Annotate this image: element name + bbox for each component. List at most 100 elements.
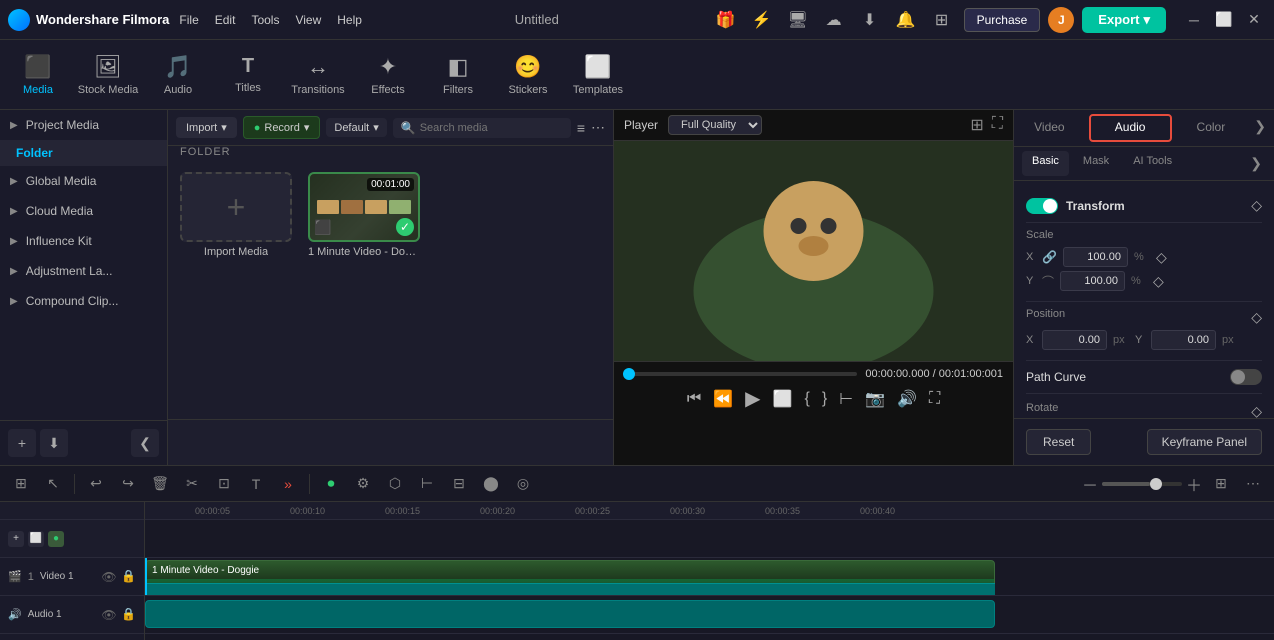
settings-button[interactable]: ⚙ — [350, 471, 376, 497]
speed-button[interactable]: ⬤ — [478, 471, 504, 497]
reset-button[interactable]: Reset — [1026, 429, 1091, 455]
transform-toggle[interactable] — [1026, 198, 1058, 214]
add-track-button[interactable]: + — [8, 531, 24, 547]
split-button[interactable]: ⊢ — [839, 389, 853, 409]
tool-stickers[interactable]: 😊 Stickers — [494, 43, 562, 107]
close-button[interactable]: ✕ — [1242, 8, 1266, 32]
menu-view[interactable]: View — [295, 13, 321, 27]
menu-tools[interactable]: Tools — [251, 13, 279, 27]
rotate-keyframe-icon[interactable]: ◇ — [1251, 403, 1262, 419]
add-folder-button[interactable]: + — [8, 429, 36, 457]
menu-help[interactable]: Help — [337, 13, 362, 27]
progress-bar[interactable] — [624, 372, 857, 376]
link-icon[interactable]: 🔗 — [1042, 250, 1057, 264]
mark-in-button[interactable]: { — [804, 390, 809, 408]
zoom-slider[interactable] — [1102, 482, 1182, 486]
import-media-item[interactable]: + Import Media — [180, 172, 292, 409]
zoom-in-button[interactable]: ＋ — [1186, 472, 1202, 496]
cloud-icon[interactable]: ☁ — [820, 6, 848, 34]
sidebar-item-adjustment[interactable]: ▶ Adjustment La... — [0, 256, 167, 286]
stop-button[interactable]: ⬜ — [773, 389, 793, 409]
timeline-magnet-icon[interactable]: ↖ — [40, 471, 66, 497]
marker-button[interactable]: ⬡ — [382, 471, 408, 497]
lock-icon[interactable]: 🔒 — [121, 607, 136, 623]
download-icon[interactable]: ⬇ — [856, 6, 884, 34]
expand-subtabs-icon[interactable]: ❯ — [1246, 151, 1266, 176]
video-media-item[interactable]: 00:01:00 ⬛ ✓ 1 Minute Video - Dog... — [308, 172, 420, 409]
eye-icon[interactable]: 👁 — [101, 569, 117, 585]
sidebar-item-project-media[interactable]: ▶ Project Media — [0, 110, 167, 140]
tool-titles[interactable]: T Titles — [214, 43, 282, 107]
menu-file[interactable]: File — [179, 13, 198, 27]
audio-toggle-button[interactable]: 🔊 — [897, 389, 917, 409]
subtab-basic[interactable]: Basic — [1022, 151, 1069, 176]
scale-y-input[interactable] — [1060, 271, 1125, 291]
scale-x-keyframe-icon[interactable]: ◇ — [1156, 249, 1167, 266]
split-audio-button[interactable]: ⊢ — [414, 471, 440, 497]
tool-audio[interactable]: 🎵 Audio — [144, 43, 212, 107]
position-y-input[interactable] — [1151, 330, 1216, 350]
subtab-ai-tools[interactable]: AI Tools — [1123, 151, 1182, 176]
delete-button[interactable]: 🗑 — [147, 471, 173, 497]
transform-keyframe-icon[interactable]: ◇ — [1251, 197, 1262, 214]
step-back-button[interactable]: ⏪ — [713, 389, 733, 409]
sidebar-item-influence-kit[interactable]: ▶ Influence Kit — [0, 226, 167, 256]
lock-icon[interactable]: 🔒 — [121, 569, 136, 585]
keyframe-panel-button[interactable]: Keyframe Panel — [1147, 429, 1262, 455]
path-curve-toggle[interactable] — [1230, 369, 1262, 385]
collapse-panel-button[interactable]: ❮ — [131, 429, 159, 457]
link-chain-icon[interactable]: ⌒ — [1042, 273, 1054, 290]
snapshot-button[interactable]: 📷 — [865, 389, 885, 409]
grid-view-icon[interactable]: ⊞ — [970, 115, 983, 135]
sort-selector[interactable]: Default ▾ — [326, 118, 386, 137]
import-button[interactable]: Import ▾ — [176, 117, 237, 138]
record-track-button[interactable]: ● — [48, 531, 64, 547]
sidebar-item-cloud-media[interactable]: ▶ Cloud Media — [0, 196, 167, 226]
gift-icon[interactable]: 🎁 — [712, 6, 740, 34]
eye-icon[interactable]: 👁 — [101, 607, 117, 623]
remove-track-button[interactable]: ⬜ — [28, 531, 44, 547]
tool-filters[interactable]: ◧ Filters — [424, 43, 492, 107]
zoom-out-button[interactable]: － — [1082, 472, 1098, 496]
record-button[interactable]: ● Record ▾ — [243, 116, 321, 139]
position-x-input[interactable] — [1042, 330, 1107, 350]
redo-button[interactable]: ↪ — [115, 471, 141, 497]
scale-x-input[interactable] — [1063, 247, 1128, 267]
tool-media[interactable]: ⬛ Media — [4, 43, 72, 107]
tab-video[interactable]: Video — [1014, 110, 1085, 146]
search-input[interactable] — [420, 122, 563, 134]
audio-record-button[interactable]: ⏺ — [318, 471, 344, 497]
tool-transitions[interactable]: ↔ Transitions — [284, 43, 352, 107]
bell-icon[interactable]: 🔔 — [892, 6, 920, 34]
sidebar-item-global-media[interactable]: ▶ Global Media — [0, 166, 167, 196]
quality-select[interactable]: Full Quality — [668, 115, 762, 135]
avatar[interactable]: J — [1048, 7, 1074, 33]
stabilize-button[interactable]: ◎ — [510, 471, 536, 497]
tab-audio[interactable]: Audio — [1089, 114, 1172, 142]
tool-effects[interactable]: ✦ Effects — [354, 43, 422, 107]
filter-icon[interactable]: ≡ — [577, 120, 585, 136]
more-options-icon[interactable]: ⋯ — [591, 119, 605, 136]
tool-templates[interactable]: ⬜ Templates — [564, 43, 632, 107]
minimize-button[interactable]: ─ — [1182, 8, 1206, 32]
more-effects-button[interactable]: » — [275, 471, 301, 497]
tool-stock-media[interactable]: 🖼 Stock Media — [74, 43, 142, 107]
fullscreen-icon[interactable]: ⛶ — [992, 115, 1003, 135]
position-keyframe-icon[interactable]: ◇ — [1251, 309, 1262, 326]
sidebar-item-compound-clip[interactable]: ▶ Compound Clip... — [0, 286, 167, 316]
fullscreen-button[interactable]: ⛶ — [929, 390, 940, 408]
timeline-settings-icon[interactable]: ⊞ — [8, 471, 34, 497]
sidebar-item-folder[interactable]: Folder — [0, 140, 167, 166]
audio-clip[interactable] — [145, 600, 995, 628]
skip-back-button[interactable]: ⏮ — [687, 390, 701, 408]
export-button[interactable]: Export ▾ — [1082, 7, 1166, 33]
crop-button[interactable]: ⊡ — [211, 471, 237, 497]
mark-out-button[interactable]: } — [822, 390, 827, 408]
more-btn[interactable]: ⋯ — [1240, 471, 1266, 497]
lightning-icon[interactable]: ⚡ — [748, 6, 776, 34]
undo-button[interactable]: ↩ — [83, 471, 109, 497]
import-to-folder-button[interactable]: ⬇ — [40, 429, 68, 457]
group-button[interactable]: ⊟ — [446, 471, 472, 497]
cut-button[interactable]: ✂ — [179, 471, 205, 497]
grid-icon[interactable]: ⊞ — [928, 6, 956, 34]
